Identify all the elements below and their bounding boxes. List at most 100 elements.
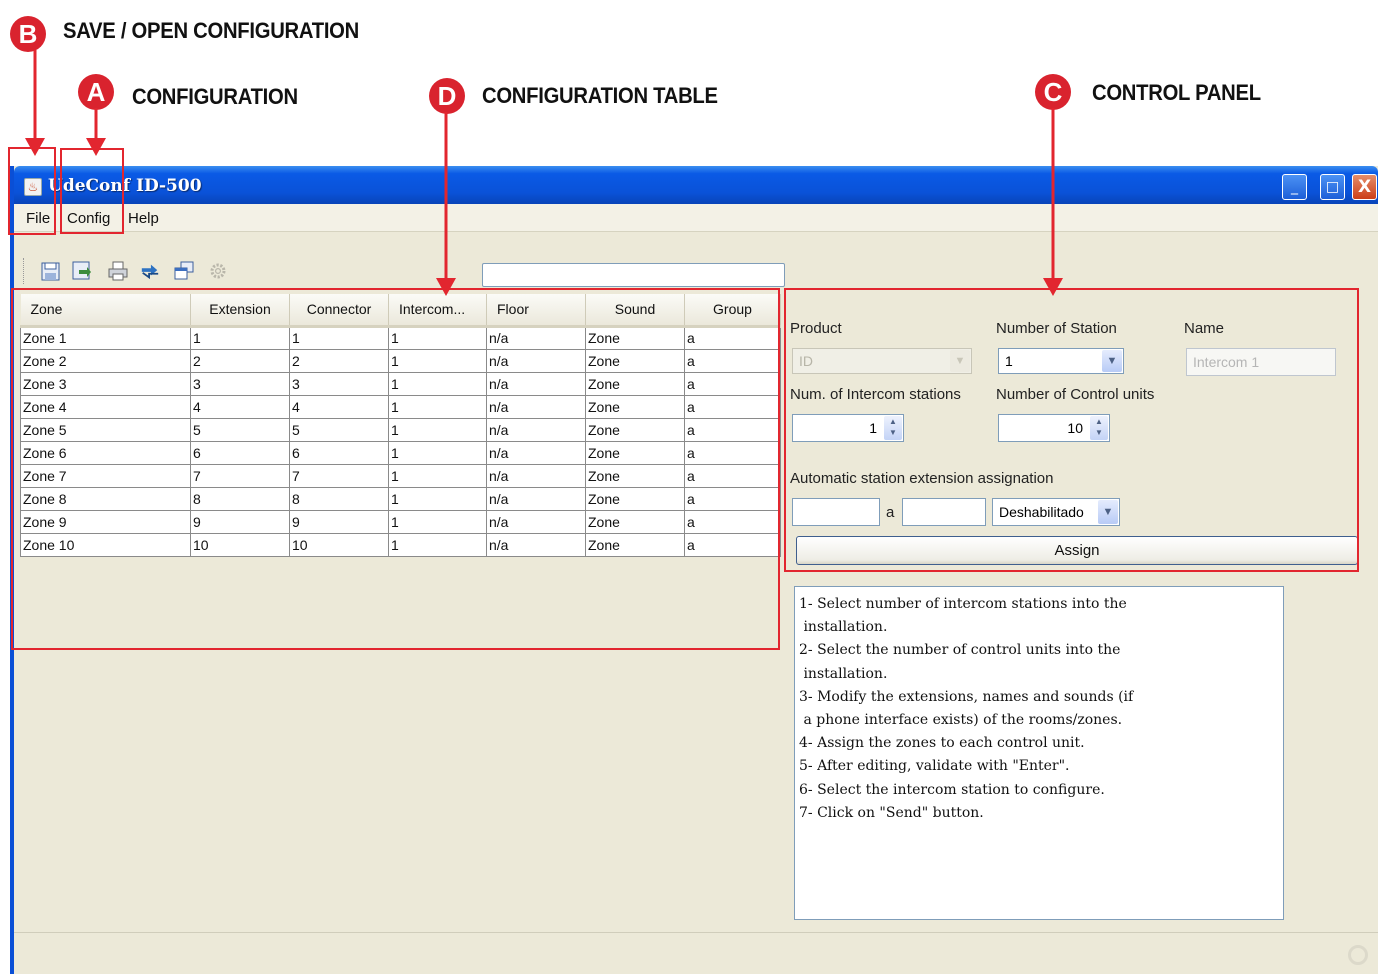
number-of-station-select[interactable]: 1 ▼	[998, 348, 1124, 374]
cell-intercom[interactable]: 1	[388, 509, 487, 534]
cell-group[interactable]: a	[684, 532, 781, 557]
column-header-sound[interactable]: Sound	[585, 294, 685, 328]
cell-sound[interactable]: Zone	[585, 509, 685, 534]
cell-extension[interactable]: 5	[190, 417, 290, 442]
minimize-button[interactable]: _	[1282, 174, 1307, 200]
cell-floor[interactable]: n/a	[486, 417, 586, 442]
cell-floor[interactable]: n/a	[486, 486, 586, 511]
chevron-down-icon[interactable]: ▼	[1098, 500, 1118, 524]
cell-floor[interactable]: n/a	[486, 348, 586, 373]
column-header-zone[interactable]: Zone	[20, 294, 191, 328]
cell-intercom[interactable]: 1	[388, 440, 487, 465]
assignation-mode-select[interactable]: Deshabilitado ▼	[992, 498, 1120, 526]
cell-connector[interactable]: 8	[289, 486, 389, 511]
table-row[interactable]: Zone 10 10 10 1 n/a Zone a	[20, 532, 781, 557]
title-bar[interactable]: ♨ UdeConf ID-500 _ □ X	[14, 166, 1378, 204]
cell-extension[interactable]: 2	[190, 348, 290, 373]
cell-group[interactable]: a	[684, 463, 781, 488]
chevron-down-icon[interactable]: ▼	[1102, 350, 1122, 372]
close-button[interactable]: X	[1352, 174, 1377, 200]
table-row[interactable]: Zone 5 5 5 1 n/a Zone a	[20, 417, 781, 442]
cell-extension[interactable]: 3	[190, 371, 290, 396]
column-header-group[interactable]: Group	[684, 294, 781, 328]
cell-group[interactable]: a	[684, 325, 781, 350]
cell-intercom[interactable]: 1	[388, 325, 487, 350]
cell-intercom[interactable]: 1	[388, 394, 487, 419]
cell-group[interactable]: a	[684, 417, 781, 442]
spinner-arrows-icon[interactable]: ▲ ▼	[1090, 416, 1108, 440]
column-header-floor[interactable]: Floor	[486, 294, 586, 328]
cell-extension[interactable]: 6	[190, 440, 290, 465]
table-row[interactable]: Zone 9 9 9 1 n/a Zone a	[20, 509, 781, 534]
cell-connector[interactable]: 5	[289, 417, 389, 442]
table-row[interactable]: Zone 1 1 1 1 n/a Zone a	[20, 325, 781, 350]
table-row[interactable]: Zone 6 6 6 1 n/a Zone a	[20, 440, 781, 465]
cell-zone[interactable]: Zone 8	[20, 486, 191, 511]
cell-group[interactable]: a	[684, 440, 781, 465]
cell-zone[interactable]: Zone 9	[20, 509, 191, 534]
cell-zone[interactable]: Zone 5	[20, 417, 191, 442]
cell-connector[interactable]: 3	[289, 371, 389, 396]
cell-floor[interactable]: n/a	[486, 532, 586, 557]
cell-intercom[interactable]: 1	[388, 532, 487, 557]
cell-group[interactable]: a	[684, 348, 781, 373]
cell-group[interactable]: a	[684, 371, 781, 396]
cell-extension[interactable]: 1	[190, 325, 290, 350]
instructions-text-area[interactable]: 1- Select number of intercom stations in…	[794, 586, 1284, 920]
cell-zone[interactable]: Zone 4	[20, 394, 191, 419]
column-header-intercom[interactable]: Intercom...	[388, 294, 487, 328]
cell-connector[interactable]: 1	[289, 325, 389, 350]
assign-button[interactable]: Assign	[796, 536, 1358, 565]
cell-sound[interactable]: Zone	[585, 371, 685, 396]
copy-window-icon[interactable]	[174, 261, 194, 281]
cell-intercom[interactable]: 1	[388, 371, 487, 396]
cell-floor[interactable]: n/a	[486, 440, 586, 465]
spinner-arrows-icon[interactable]: ▲ ▼	[884, 416, 902, 440]
cell-connector[interactable]: 6	[289, 440, 389, 465]
cell-group[interactable]: a	[684, 486, 781, 511]
cell-zone[interactable]: Zone 1	[20, 325, 191, 350]
cell-connector[interactable]: 9	[289, 509, 389, 534]
cell-connector[interactable]: 10	[289, 532, 389, 557]
transfer-icon[interactable]	[140, 261, 160, 281]
cell-intercom[interactable]: 1	[388, 486, 487, 511]
range-from-input[interactable]	[792, 498, 880, 526]
cell-floor[interactable]: n/a	[486, 394, 586, 419]
intercom-stations-spinner[interactable]: 1 ▲ ▼	[792, 414, 904, 442]
cell-intercom[interactable]: 1	[388, 417, 487, 442]
toolbar-grip[interactable]	[23, 258, 25, 284]
cell-zone[interactable]: Zone 3	[20, 371, 191, 396]
cell-zone[interactable]: Zone 7	[20, 463, 191, 488]
cell-sound[interactable]: Zone	[585, 440, 685, 465]
cell-connector[interactable]: 2	[289, 348, 389, 373]
menu-file[interactable]: File	[26, 210, 50, 227]
cell-sound[interactable]: Zone	[585, 532, 685, 557]
cell-connector[interactable]: 4	[289, 394, 389, 419]
column-header-extension[interactable]: Extension	[190, 294, 290, 328]
cell-group[interactable]: a	[684, 509, 781, 534]
cell-extension[interactable]: 10	[190, 532, 290, 557]
cell-sound[interactable]: Zone	[585, 325, 685, 350]
cell-sound[interactable]: Zone	[585, 348, 685, 373]
table-row[interactable]: Zone 4 4 4 1 n/a Zone a	[20, 394, 781, 419]
cell-floor[interactable]: n/a	[486, 371, 586, 396]
cell-zone[interactable]: Zone 10	[20, 532, 191, 557]
cell-floor[interactable]: n/a	[486, 325, 586, 350]
cell-extension[interactable]: 9	[190, 509, 290, 534]
cell-connector[interactable]: 7	[289, 463, 389, 488]
control-units-spinner[interactable]: 10 ▲ ▼	[998, 414, 1110, 442]
cell-sound[interactable]: Zone	[585, 417, 685, 442]
open-icon[interactable]	[72, 261, 92, 281]
cell-floor[interactable]: n/a	[486, 509, 586, 534]
cell-sound[interactable]: Zone	[585, 486, 685, 511]
cell-extension[interactable]: 7	[190, 463, 290, 488]
maximize-button[interactable]: □	[1320, 174, 1345, 200]
cell-group[interactable]: a	[684, 394, 781, 419]
cell-extension[interactable]: 8	[190, 486, 290, 511]
table-row[interactable]: Zone 8 8 8 1 n/a Zone a	[20, 486, 781, 511]
cell-zone[interactable]: Zone 6	[20, 440, 191, 465]
save-icon[interactable]	[40, 261, 60, 281]
range-to-input[interactable]	[902, 498, 986, 526]
cell-sound[interactable]: Zone	[585, 394, 685, 419]
cell-intercom[interactable]: 1	[388, 463, 487, 488]
